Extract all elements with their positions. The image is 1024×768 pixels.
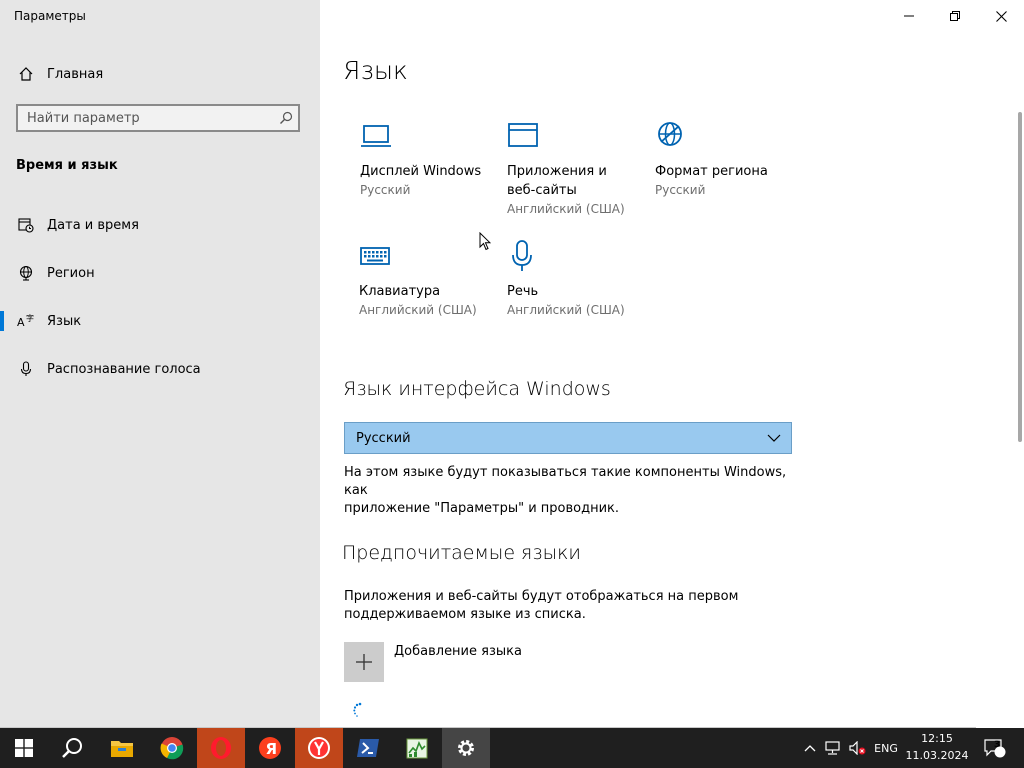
tile-keyboard[interactable]: Клавиатура Английский (США): [359, 240, 499, 320]
tile-subtitle: Русский: [360, 183, 411, 197]
globe-icon: [16, 263, 36, 283]
clock-date: 11.03.2024: [905, 749, 969, 762]
search-input[interactable]: [18, 109, 274, 127]
tile-subtitle: Английский (США): [507, 303, 625, 317]
add-language-label[interactable]: Добавление языка: [394, 644, 522, 659]
opera-icon: [211, 737, 231, 759]
yandex-icon: Я: [259, 737, 281, 759]
microphone-icon: [16, 359, 36, 379]
microphone-icon: [507, 240, 647, 272]
svg-text:Я: Я: [266, 740, 278, 758]
loading-spinner-icon: [353, 702, 362, 717]
search-taskbar-button[interactable]: [48, 728, 96, 768]
mouse-cursor-icon: [479, 232, 491, 251]
start-button[interactable]: [0, 728, 48, 768]
laptop-icon: [360, 120, 500, 152]
tile-subtitle: Английский (США): [507, 202, 625, 216]
powershell-button[interactable]: [344, 728, 392, 768]
tile-speech[interactable]: Речь Английский (США): [507, 240, 647, 320]
window-icon: [507, 120, 647, 152]
tile-title: Дисплей Windows: [360, 164, 482, 179]
section-label: Время и язык: [16, 158, 118, 173]
tile-title: Речь: [507, 284, 539, 299]
desc-line: Приложения и веб-сайты будут отображатьс…: [344, 589, 739, 604]
sidebar-item-speech[interactable]: Распознавание голоса: [0, 351, 320, 387]
search-box[interactable]: [16, 104, 300, 132]
taskbar: Я ENG 12:15 11.03.2024 3: [0, 728, 1024, 768]
settings-taskbar-button[interactable]: [442, 728, 490, 768]
home-label: Главная: [47, 66, 104, 82]
yandex-button[interactable]: Я: [246, 728, 294, 768]
chevron-down-icon: [767, 434, 781, 442]
tile-title: Формат региона: [655, 164, 768, 179]
tile-windows-display[interactable]: Дисплей Windows Русский: [360, 120, 500, 200]
notification-count: 3: [994, 740, 1001, 750]
sidebar-item-date-time[interactable]: Дата и время: [0, 207, 320, 243]
chrome-button[interactable]: [148, 728, 196, 768]
tile-subtitle: Русский: [655, 183, 706, 197]
page-title: Язык: [343, 56, 408, 85]
search-icon[interactable]: [274, 111, 298, 125]
yandex-browser-icon: [308, 737, 330, 759]
task-manager-icon: [406, 738, 428, 759]
svg-text:字: 字: [26, 313, 34, 323]
tile-subtitle: Английский (США): [359, 303, 477, 317]
desc-line: На этом языке будут показываться такие к…: [344, 465, 787, 498]
add-language-button[interactable]: [344, 642, 384, 682]
section-heading-interface-language: Язык интерфейса Windows: [343, 378, 611, 400]
explorer-button[interactable]: [98, 728, 146, 768]
language-icon: A字: [16, 311, 36, 331]
desc-line: приложение "Параметры" и проводник.: [344, 501, 620, 516]
sidebar-item-label: Регион: [47, 265, 95, 281]
vertical-scrollbar[interactable]: [1018, 112, 1022, 442]
sidebar-item-label: Язык: [47, 313, 82, 329]
tile-title-line1: Приложения и: [507, 164, 607, 179]
globe-icon: [655, 120, 795, 152]
folder-icon: [111, 741, 133, 757]
tray-overflow-button[interactable]: [800, 728, 820, 768]
sidebar-item-region[interactable]: Регион: [0, 255, 320, 291]
volume-muted-icon: [849, 741, 866, 755]
home-link[interactable]: Главная: [16, 62, 103, 86]
network-icon: [825, 741, 840, 755]
taskbar-clock[interactable]: 12:15 11.03.2024: [902, 730, 972, 764]
task-manager-button[interactable]: [393, 728, 441, 768]
network-button[interactable]: [822, 728, 844, 768]
tile-title: Клавиатура: [359, 284, 441, 299]
chrome-icon: [160, 737, 184, 760]
preferred-languages-description: Приложения и веб-сайты будут отображатьс…: [344, 588, 804, 624]
clock-time: 12:15: [921, 732, 953, 745]
dropdown-selected-value: Русский: [356, 430, 411, 446]
main-content: Язык Дисплей Windows Русский Приложения …: [320, 0, 1024, 728]
interface-language-description: На этом языке будут показываться такие к…: [344, 464, 804, 518]
powershell-icon: [357, 739, 379, 757]
tile-title-line2: веб-сайты: [507, 183, 577, 198]
input-language-indicator[interactable]: ENG: [871, 728, 901, 768]
desc-line: поддерживаемом языке из списка.: [344, 607, 586, 622]
gear-icon: [458, 740, 474, 756]
home-icon: [16, 64, 36, 84]
calendar-clock-icon: [16, 215, 36, 235]
sidebar-item-label: Дата и время: [47, 217, 139, 233]
sidebar-item-language[interactable]: A字 Язык: [0, 303, 320, 339]
opera-button[interactable]: [197, 728, 245, 768]
sidebar: Параметры Главная Время и язык Дата и вр…: [0, 0, 320, 728]
tile-apps-websites[interactable]: Приложения и веб-сайты Английский (США): [507, 120, 647, 219]
volume-button[interactable]: [846, 728, 870, 768]
tile-region-format[interactable]: Формат региона Русский: [655, 120, 795, 200]
interface-language-dropdown[interactable]: Русский: [344, 422, 792, 454]
keyboard-icon: [359, 240, 499, 272]
windows-logo-icon: [15, 739, 33, 757]
plus-icon: [356, 654, 372, 670]
yandex-browser-button[interactable]: [295, 728, 343, 768]
notification-center-button[interactable]: 3: [980, 728, 1010, 768]
app-title: Параметры: [14, 9, 86, 23]
tile-title: Приложения и веб-сайты: [507, 162, 647, 200]
search-icon: [62, 738, 82, 758]
chevron-up-icon: [804, 745, 816, 752]
sidebar-item-label: Распознавание голоса: [47, 361, 201, 377]
svg-text:A: A: [17, 316, 25, 329]
section-heading-preferred-languages: Предпочитаемые языки: [342, 542, 581, 564]
